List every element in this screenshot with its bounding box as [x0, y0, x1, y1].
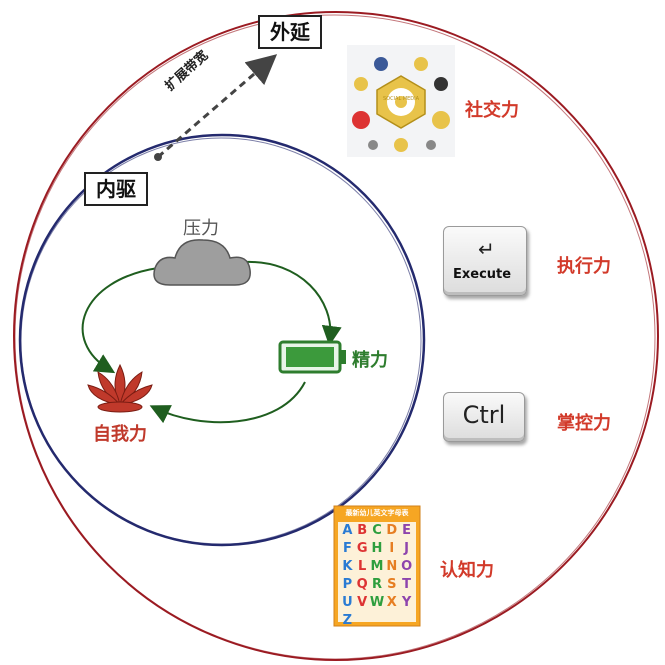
poster-letter: K: [342, 559, 353, 574]
poster-letter: Z: [342, 613, 353, 628]
execute-label: 执行力: [557, 256, 611, 277]
poster-letter: I: [389, 541, 395, 556]
poster-letter: A: [342, 523, 353, 538]
poster-letter: B: [357, 523, 368, 538]
poster-letter: O: [401, 559, 413, 574]
diagram-shapes: [13, 11, 659, 661]
inner-label: 内驱: [84, 172, 148, 206]
poster-letter: F: [342, 541, 352, 556]
poster-letter: J: [404, 541, 410, 556]
lotus-icon: [87, 363, 153, 413]
execute-key-text: Execute: [453, 267, 512, 282]
outer-label: 外延: [258, 15, 322, 49]
poster-letter: D: [386, 523, 398, 538]
poster-title: 最新幼儿英文字母表: [345, 509, 409, 517]
poster-letter: Q: [356, 577, 368, 592]
inner-circle: [18, 133, 426, 547]
poster-letter: E: [402, 523, 412, 538]
poster-letters: ABCDE FGHIJ KLMNO PQRST UVWXY Z: [340, 522, 414, 629]
poster-letter: H: [371, 541, 383, 556]
social-label: 社交力: [465, 100, 519, 121]
social-image-text: SOCIAL MEDIA: [382, 96, 420, 102]
poster-letter: S: [387, 577, 397, 592]
cloud-icon: [153, 239, 251, 286]
poster-letter: G: [356, 541, 368, 556]
poster-letter: U: [342, 595, 353, 610]
poster-letter: N: [386, 559, 398, 574]
stress-label: 压力: [183, 218, 219, 239]
self-label: 自我力: [93, 424, 147, 445]
poster-letter: R: [371, 577, 382, 592]
return-symbol: ↵: [478, 237, 495, 261]
diagram-canvas: 外延 内驱 扩展带宽 压力 精力 自我力 SOCIAL MEDIA 社交力 执行…: [0, 0, 665, 665]
poster-letter: V: [357, 595, 368, 610]
battery-icon: [278, 340, 346, 374]
ctrl-key-icon: Ctrl: [443, 392, 525, 442]
poster-letter: M: [370, 559, 384, 574]
poster-letter: T: [402, 577, 412, 592]
ctrl-key-text: Ctrl: [462, 401, 506, 429]
control-label: 掌控力: [557, 413, 611, 434]
poster-letter: Y: [401, 595, 412, 610]
poster-letter: W: [369, 595, 385, 610]
poster-letter: X: [386, 595, 397, 610]
poster-letter: P: [342, 577, 353, 592]
poster-letter: L: [358, 559, 367, 574]
poster-letter: C: [372, 523, 382, 538]
execute-key-icon: ↵ Execute: [443, 226, 527, 296]
cognition-label: 认知力: [440, 560, 494, 581]
energy-label: 精力: [352, 350, 388, 371]
